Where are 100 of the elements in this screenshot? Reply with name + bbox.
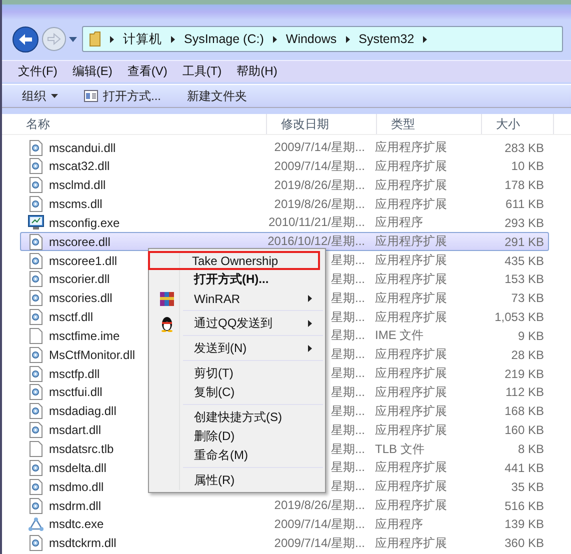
modified-date: 2019/8/26/星期... xyxy=(274,196,365,213)
gear-document-icon xyxy=(28,177,44,194)
column-header[interactable]: 大小 xyxy=(482,114,554,134)
modified-date: 星期... xyxy=(330,327,365,344)
context-menu-item[interactable]: 打开方式(H)... xyxy=(151,270,323,289)
file-name: msdtckrm.dll xyxy=(49,536,116,550)
context-menu-item[interactable]: 通过QQ发送到 xyxy=(151,314,323,333)
modified-date: 2009/7/14/星期... xyxy=(274,139,365,156)
file-name: msctfp.dll xyxy=(49,366,100,381)
file-size: 283 KB xyxy=(504,140,544,154)
gear-document-icon xyxy=(28,196,44,212)
submenu-arrow-icon xyxy=(308,295,312,302)
selected-file-row[interactable]: mscoree.dll 2016/10/12/星期... 应用程序扩展 291 KB xyxy=(20,232,549,252)
modified-date: 星期... xyxy=(330,270,365,288)
file-name: msdmo.dll xyxy=(49,480,104,494)
modified-date: 星期... xyxy=(330,384,365,401)
context-menu-item[interactable]: 复制(C) xyxy=(151,383,323,402)
file-size: 35 KB xyxy=(511,480,544,494)
file-type: 应用程序扩展 xyxy=(375,176,447,194)
file-name: mscoree.dll xyxy=(49,234,110,249)
context-menu-item[interactable]: 重命名(M) xyxy=(151,446,323,465)
context-menu-item[interactable]: 属性(R) xyxy=(151,471,323,490)
file-type: 应用程序扩展 xyxy=(375,384,447,401)
menu-item[interactable]: 查看(V) xyxy=(119,63,174,80)
file-type: 应用程序扩展 xyxy=(375,270,447,288)
file-name: msdart.dll xyxy=(49,423,102,438)
file-type: 应用程序扩展 xyxy=(375,290,447,307)
file-size: 219 KB xyxy=(504,366,544,381)
context-menu-item[interactable]: 剪切(T) xyxy=(151,364,323,383)
modified-date: 星期... xyxy=(330,478,365,496)
gear-document-icon xyxy=(28,158,44,174)
breadcrumb-arrow-icon xyxy=(272,36,277,42)
file-size: 291 KB xyxy=(504,234,544,249)
submenu-arrow-icon xyxy=(308,320,312,327)
file-size: 293 KB xyxy=(504,216,544,230)
penguin-icon xyxy=(160,316,174,332)
file-type: 应用程序扩展 xyxy=(375,459,447,476)
file-name: msconfig.exe xyxy=(49,216,120,230)
blank-document-icon xyxy=(28,441,44,457)
toolbar-button[interactable]: 新建文件夹 xyxy=(183,88,252,104)
file-type: 应用程序 xyxy=(375,214,423,232)
gear-document-icon xyxy=(28,290,44,306)
gear-document-icon xyxy=(28,366,44,382)
gear-document-icon xyxy=(28,422,44,438)
breadcrumb-item[interactable]: 计算机 xyxy=(123,30,162,48)
file-name: msctfui.dll xyxy=(49,385,102,400)
outlined-menu-item[interactable]: Take Ownership xyxy=(148,251,320,270)
file-size: 9 KB xyxy=(518,328,544,343)
column-header[interactable]: 名称 xyxy=(12,114,267,134)
file-size: 8 KB xyxy=(518,442,544,456)
file-name: mscandui.dll xyxy=(49,140,116,154)
file-name: msdelta.dll xyxy=(49,460,106,475)
modified-date: 2019/8/26/星期... xyxy=(274,176,365,194)
file-size: 10 KB xyxy=(511,159,544,174)
file-size: 139 KB xyxy=(504,517,544,532)
file-name: mscoree1.dll xyxy=(49,254,118,268)
gear-document-icon xyxy=(28,252,44,269)
file-name: MsCtfMonitor.dll xyxy=(49,348,136,362)
file-type: 应用程序扩展 xyxy=(375,478,447,496)
modified-date: 2019/8/26/星期... xyxy=(274,497,365,514)
modified-date: 星期... xyxy=(330,422,365,439)
file-size: 153 KB xyxy=(504,272,544,286)
file-size: 516 KB xyxy=(504,498,544,513)
menu-item[interactable]: 文件(F) xyxy=(10,63,64,80)
gear-document-icon xyxy=(28,460,44,476)
context-menu-item[interactable]: 创建快捷方式(S) xyxy=(151,408,323,427)
gear-document-icon xyxy=(28,309,44,326)
submenu-arrow-icon xyxy=(308,345,312,352)
modified-date: 星期... xyxy=(330,252,365,270)
gear-document-icon xyxy=(28,346,44,363)
toolbar-button[interactable]: 打开方式... xyxy=(80,88,166,104)
context-menu-item[interactable]: 删除(D) xyxy=(151,427,323,446)
file-name: msdrm.dll xyxy=(49,498,102,513)
modified-date: 星期... xyxy=(330,308,365,326)
file-type: 应用程序扩展 xyxy=(375,497,447,514)
file-type: 应用程序 xyxy=(375,516,423,533)
modified-date: 2010/11/21/星期... xyxy=(268,214,365,232)
breadcrumb-item[interactable]: Windows xyxy=(286,32,337,46)
back-button[interactable] xyxy=(12,26,39,52)
file-name: msdadiag.dll xyxy=(49,404,116,418)
breadcrumb-arrow-icon xyxy=(346,36,350,42)
file-name: msdtc.exe xyxy=(49,517,104,532)
file-size: 1,053 KB xyxy=(494,310,544,324)
column-header[interactable]: 修改日期 xyxy=(267,114,377,134)
file-size: 112 KB xyxy=(506,385,544,400)
menu-item[interactable]: 编辑(E) xyxy=(64,63,120,80)
menu-item[interactable]: 帮助(H) xyxy=(228,63,284,80)
modified-date: 2009/7/14/星期... xyxy=(274,158,365,175)
toolbar-button[interactable]: 组织 xyxy=(18,88,62,104)
context-menu-item[interactable]: WinRAR xyxy=(151,289,323,308)
dropdown-arrow-icon[interactable] xyxy=(69,36,77,42)
context-menu-item[interactable]: 发送到(N) xyxy=(151,339,323,358)
gear-document-icon xyxy=(28,271,44,288)
address-bar[interactable]: 计算机 SysImage (C:) Windows System32 xyxy=(82,26,563,52)
breadcrumb-item[interactable]: SysImage (C:) xyxy=(184,32,264,46)
column-header[interactable]: 类型 xyxy=(377,114,482,134)
breadcrumb-item[interactable]: System32 xyxy=(358,32,414,46)
menu-item[interactable]: 工具(T) xyxy=(174,63,229,80)
file-size: 73 KB xyxy=(511,291,544,306)
modified-date: 星期... xyxy=(330,459,365,476)
